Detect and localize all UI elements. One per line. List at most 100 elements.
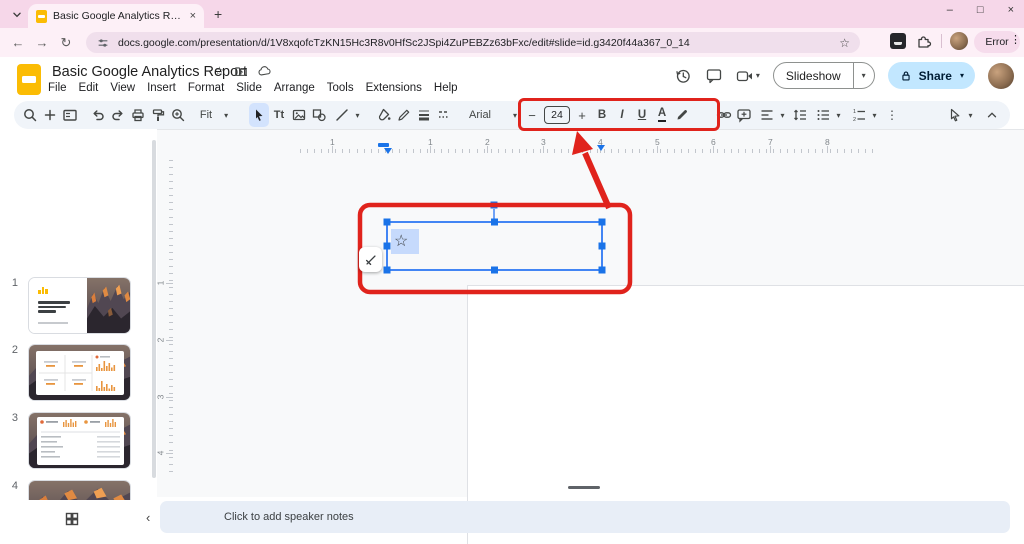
slides-view-button[interactable]	[60, 103, 80, 127]
resize-handle-se[interactable]	[599, 267, 606, 274]
menu-help[interactable]: Help	[434, 82, 458, 94]
search-menus-button[interactable]	[20, 103, 40, 127]
insert-line-button[interactable]: ▾	[329, 107, 365, 123]
align-button[interactable]: ▾	[754, 107, 790, 123]
extensions-puzzle-icon[interactable]	[916, 33, 932, 49]
undo-button[interactable]	[88, 103, 108, 127]
border-color-button[interactable]	[394, 103, 414, 127]
font-family-select[interactable]: Arial▾	[463, 109, 523, 121]
slideshow-dropdown[interactable]: ▾	[853, 63, 874, 88]
extension-icon[interactable]	[890, 33, 906, 49]
menu-file[interactable]: File	[48, 82, 67, 94]
comments-button[interactable]	[705, 67, 723, 85]
star-document-icon[interactable]: ☆	[214, 64, 225, 78]
menu-arrange[interactable]: Arrange	[274, 82, 315, 94]
collapse-filmstrip-button[interactable]: ‹	[146, 510, 150, 525]
text-color-button[interactable]: A	[652, 103, 672, 127]
increase-font-size-button[interactable]: +	[572, 103, 592, 127]
tab-search-button[interactable]	[8, 6, 26, 24]
share-button[interactable]: Share ▾	[888, 62, 975, 89]
pen-tools-button[interactable]: ▾	[942, 107, 978, 123]
insert-shape-button[interactable]	[309, 103, 329, 127]
move-folder-icon[interactable]	[234, 64, 248, 78]
line-spacing-button[interactable]	[790, 103, 810, 127]
font-size-input[interactable]: 24	[544, 106, 570, 124]
browser-profile-avatar[interactable]	[950, 32, 968, 50]
slideshow-button[interactable]: Slideshow ▾	[773, 62, 875, 89]
menu-format[interactable]: Format	[188, 82, 224, 94]
account-avatar[interactable]	[988, 63, 1014, 89]
select-tool-button[interactable]	[249, 103, 269, 127]
share-dropdown-icon[interactable]: ▾	[960, 71, 964, 80]
menu-insert[interactable]: Insert	[147, 82, 176, 94]
menu-tools[interactable]: Tools	[327, 82, 354, 94]
resize-handle-e[interactable]	[599, 243, 606, 250]
floating-format-button[interactable]	[359, 247, 382, 272]
version-history-button[interactable]	[674, 67, 692, 85]
new-tab-button[interactable]: +	[214, 6, 222, 22]
insert-link-button[interactable]	[714, 103, 734, 127]
redo-icon	[110, 107, 126, 123]
more-options-button[interactable]: ⋮	[882, 103, 902, 127]
menu-slide[interactable]: Slide	[236, 82, 262, 94]
underline-button[interactable]: U	[632, 103, 652, 127]
resize-handle-s[interactable]	[491, 267, 498, 274]
zoom-button[interactable]	[168, 103, 188, 127]
redo-button[interactable]	[108, 103, 128, 127]
slides-logo-icon[interactable]	[17, 64, 41, 95]
browser-tab-active[interactable]: Basic Google Analytics Report ×	[28, 4, 204, 28]
slide-thumbnail-3[interactable]	[28, 412, 131, 469]
tab-title: Basic Google Analytics Report	[53, 10, 184, 22]
resize-handle-n[interactable]	[491, 219, 498, 226]
fill-color-button[interactable]	[374, 103, 394, 127]
paint-format-button[interactable]	[148, 103, 168, 127]
bold-button[interactable]: B	[592, 103, 612, 127]
slide-thumbnail-1[interactable]	[28, 277, 131, 334]
print-button[interactable]	[128, 103, 148, 127]
window-minimize-button[interactable]: –	[947, 4, 953, 16]
decrease-font-size-button[interactable]: −	[522, 103, 542, 127]
resize-handle-w[interactable]	[384, 243, 391, 250]
new-slide-button[interactable]	[40, 103, 60, 127]
lock-icon	[899, 69, 913, 83]
filmstrip-scrollbar[interactable]	[152, 140, 156, 478]
border-weight-button[interactable]	[414, 103, 434, 127]
collapse-toolbar-button[interactable]	[982, 103, 1002, 127]
join-call-button[interactable]: ▾	[736, 67, 760, 85]
resize-handle-sw[interactable]	[384, 267, 391, 274]
add-comment-button[interactable]	[734, 103, 754, 127]
back-button[interactable]: ←	[6, 35, 30, 50]
resize-handle-nw[interactable]	[384, 219, 391, 226]
slide-thumbnail-2[interactable]	[28, 344, 131, 401]
text-box-button[interactable]: Tt	[269, 103, 289, 127]
address-bar[interactable]: docs.google.com/presentation/d/1V8xqofcT…	[86, 32, 860, 53]
menu-view[interactable]: View	[110, 82, 135, 94]
textbox-content-highlight[interactable]: ☆	[391, 229, 419, 254]
italic-button[interactable]: I	[612, 103, 632, 127]
browser-menu-kebab-icon[interactable]: ⋮	[1010, 33, 1021, 46]
window-close-button[interactable]: ×	[1008, 4, 1014, 16]
border-dash-button[interactable]	[434, 103, 454, 127]
forward-button[interactable]: →	[30, 35, 54, 50]
divider	[941, 34, 942, 48]
reload-button[interactable]: ↻	[54, 35, 78, 51]
cloud-status-icon[interactable]	[257, 64, 271, 78]
grid-view-button[interactable]	[64, 511, 80, 527]
bulleted-list-button[interactable]: ▾	[810, 107, 846, 123]
numbered-list-button[interactable]: 12▾	[846, 107, 882, 123]
chevron-up-icon	[985, 108, 999, 122]
window-maximize-button[interactable]: □	[977, 4, 984, 16]
undo-icon	[90, 107, 106, 123]
chevron-down-icon: ▾	[224, 111, 228, 120]
bookmark-star-icon[interactable]: ☆	[839, 36, 850, 50]
menu-edit[interactable]: Edit	[79, 82, 99, 94]
resize-handle-ne[interactable]	[599, 219, 606, 226]
google-slides-window: Basic Google Analytics Report × + – □ × …	[0, 0, 1024, 544]
highlight-color-button[interactable]	[672, 103, 692, 127]
zoom-level-select[interactable]: Fit▾	[188, 109, 240, 121]
speaker-notes-input[interactable]: Click to add speaker notes	[160, 501, 1010, 533]
insert-image-button[interactable]	[289, 103, 309, 127]
tab-close-icon[interactable]: ×	[190, 11, 196, 22]
menu-extensions[interactable]: Extensions	[366, 82, 422, 94]
selected-textbox[interactable]	[387, 222, 602, 270]
